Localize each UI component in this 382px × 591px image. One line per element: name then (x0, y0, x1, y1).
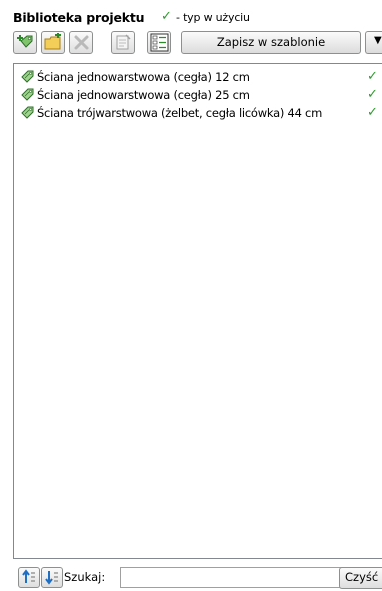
select-list-button[interactable] (147, 31, 171, 54)
add-type-button[interactable] (13, 31, 37, 54)
list-item-label: Ściana jednowarstwowa (cegła) 12 cm (37, 70, 250, 84)
in-use-legend-label: - typ w użyciu (176, 11, 250, 24)
list-item[interactable]: Ściana jednowarstwowa (cegła) 12 cm ✓ (14, 68, 382, 86)
in-use-check-icon: ✓ (367, 105, 378, 120)
list-item[interactable]: Ściana jednowarstwowa (cegła) 25 cm ✓ (14, 86, 382, 104)
add-folder-button[interactable] (41, 31, 65, 54)
sort-descending-button[interactable] (41, 567, 63, 588)
save-options-dropdown[interactable]: ▼ (365, 31, 382, 54)
properties-icon (116, 34, 131, 50)
wall-type-icon (21, 70, 34, 83)
search-bar: Szukaj: Czyść (13, 565, 382, 591)
in-use-check-icon: ✓ (367, 69, 378, 84)
clear-search-button[interactable]: Czyść (339, 567, 382, 589)
add-folder-icon (44, 33, 61, 50)
list-item-label: Ściana trójwarstwowa (żelbet, cegła licó… (37, 106, 323, 120)
list-item-label: Ściana jednowarstwowa (cegła) 25 cm (37, 88, 250, 102)
library-title: Biblioteka projektu (13, 10, 145, 25)
chevron-down-icon: ▼ (374, 35, 382, 46)
library-header: Biblioteka projektu ✓ - typ w użyciu (13, 8, 382, 26)
search-label: Szukaj: (64, 570, 106, 584)
delete-icon (74, 35, 89, 50)
save-to-template-button[interactable]: Zapisz w szablonie (181, 31, 361, 54)
sort-down-icon (45, 571, 58, 585)
properties-button[interactable] (111, 31, 135, 54)
sort-up-icon (22, 569, 35, 583)
in-use-check-icon: ✓ (367, 87, 378, 102)
list-item[interactable]: Ściana trójwarstwowa (żelbet, cegła licó… (14, 104, 382, 122)
sort-ascending-button[interactable] (18, 567, 40, 588)
library-toolbar: Zapisz w szablonie ▼ (13, 31, 382, 57)
checklist-icon (150, 33, 169, 52)
in-use-check-icon: ✓ (161, 9, 172, 24)
add-type-icon (17, 35, 33, 48)
delete-button[interactable] (69, 31, 93, 54)
wall-type-icon (21, 88, 34, 101)
search-input[interactable] (120, 567, 346, 588)
wall-type-icon (21, 106, 34, 119)
library-list[interactable]: Ściana jednowarstwowa (cegła) 12 cm ✓ Śc… (13, 63, 382, 559)
